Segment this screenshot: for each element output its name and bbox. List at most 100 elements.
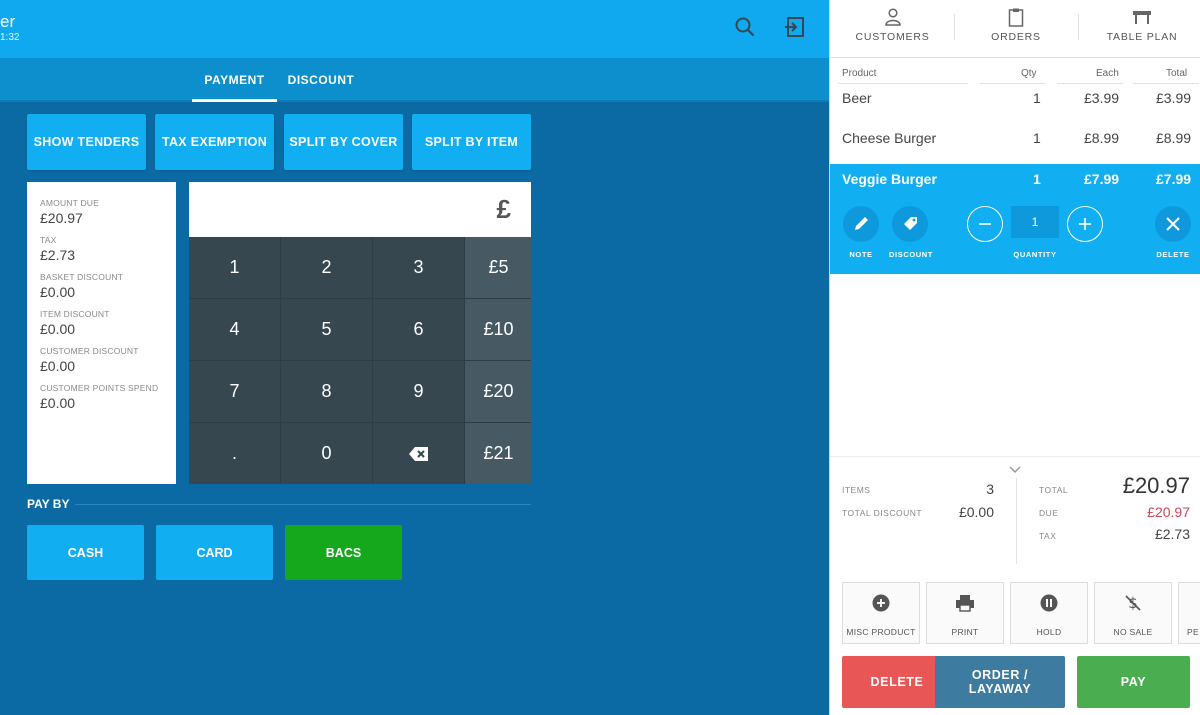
key-2[interactable]: 2 bbox=[281, 237, 372, 298]
page-subtitle: 1:32 bbox=[0, 32, 20, 43]
tax-exemption-button[interactable]: TAX EXEMPTION bbox=[155, 114, 274, 170]
quick-amount-20[interactable]: £20 bbox=[465, 361, 532, 422]
exit-icon[interactable] bbox=[782, 14, 808, 40]
hold-label: HOLD bbox=[1036, 627, 1062, 637]
customer-discount-value: £0.00 bbox=[40, 358, 76, 374]
table-row[interactable]: Beer 1 £3.99 £3.99 bbox=[830, 82, 1200, 122]
minus-icon bbox=[979, 223, 991, 225]
chevron-down-icon[interactable] bbox=[1008, 462, 1022, 480]
tab-customers[interactable]: CUSTOMERS bbox=[840, 0, 945, 58]
table-row[interactable]: Cheese Burger 1 £8.99 £8.99 bbox=[830, 122, 1200, 162]
split-by-item-button[interactable]: SPLIT BY ITEM bbox=[412, 114, 531, 170]
misc-product-label: MISC PRODUCT bbox=[846, 627, 916, 637]
quick-amount-21[interactable]: £21 bbox=[465, 423, 532, 484]
show-tenders-button[interactable]: SHOW TENDERS bbox=[27, 114, 146, 170]
user-icon bbox=[884, 8, 901, 26]
split-by-cover-button[interactable]: SPLIT BY COVER bbox=[284, 114, 403, 170]
row-each: £8.99 bbox=[1084, 130, 1120, 146]
pay-button[interactable]: PAY bbox=[1077, 656, 1190, 708]
due-value: £20.97 bbox=[1147, 504, 1190, 520]
tab-separator bbox=[1078, 14, 1079, 40]
amount-due-value: £20.97 bbox=[40, 210, 83, 226]
tab-table-plan[interactable]: TABLE PLAN bbox=[1087, 0, 1197, 58]
keypad: 1 2 3 £5 4 5 6 £10 7 8 9 £20 . 0 £21 bbox=[189, 237, 532, 484]
cash-button[interactable]: CASH bbox=[27, 525, 144, 580]
key-3[interactable]: 3 bbox=[373, 237, 464, 298]
quick-amount-5[interactable]: £5 bbox=[465, 237, 532, 298]
order-layaway-label: ORDER / LAYAWAY bbox=[968, 668, 1032, 696]
tab-orders[interactable]: ORDERS bbox=[963, 0, 1069, 58]
key-7[interactable]: 7 bbox=[189, 361, 280, 422]
due-label: DUE bbox=[1039, 508, 1059, 518]
column-header-each: Each bbox=[1096, 68, 1119, 79]
discount-label: DISCOUNT bbox=[889, 250, 933, 259]
discount-button[interactable] bbox=[892, 206, 928, 242]
delete-label: DELETE bbox=[1156, 250, 1190, 259]
misc-product-button[interactable]: MISC PRODUCT bbox=[842, 582, 920, 644]
note-button[interactable] bbox=[843, 206, 879, 242]
tab-customers-label: CUSTOMERS bbox=[855, 31, 930, 43]
total-discount-value: £0.00 bbox=[958, 504, 994, 520]
row-qty: 1 bbox=[1033, 130, 1041, 146]
currency-symbol: £ bbox=[496, 194, 511, 224]
pause-icon bbox=[1040, 594, 1058, 612]
order-layaway-button[interactable]: ORDER / LAYAWAY bbox=[935, 656, 1065, 708]
row-product: Beer bbox=[842, 90, 872, 106]
close-icon bbox=[1166, 217, 1180, 231]
printer-icon bbox=[956, 595, 974, 612]
tab-discount[interactable]: DISCOUNT bbox=[282, 58, 360, 102]
column-header-product: Product bbox=[842, 68, 877, 79]
right-tab-bar: CUSTOMERS ORDERS TABLE PLAN bbox=[830, 0, 1200, 58]
search-icon[interactable] bbox=[732, 14, 758, 40]
key-9[interactable]: 9 bbox=[373, 361, 464, 422]
amount-entry-field[interactable]: £ bbox=[189, 182, 531, 237]
basket-discount-value: £0.00 bbox=[40, 284, 76, 300]
row-product: Veggie Burger bbox=[842, 171, 937, 187]
delete-item-button[interactable] bbox=[1155, 206, 1191, 242]
payment-pane: er 1:32 PAYMENT DISCOUNT SHOW TENDERS TA… bbox=[0, 0, 829, 715]
totals-divider bbox=[830, 456, 1200, 457]
key-1[interactable]: 1 bbox=[189, 237, 280, 298]
key-decimal[interactable]: . bbox=[189, 423, 280, 484]
no-sale-button[interactable]: $ NO SALE bbox=[1094, 582, 1172, 644]
quantity-label: QUANTITY bbox=[1013, 250, 1057, 259]
quantity-input[interactable]: 1 bbox=[1011, 206, 1059, 238]
customer-points-value: £0.00 bbox=[40, 395, 76, 411]
table-row-selected[interactable]: Veggie Burger 1 £7.99 £7.99 bbox=[830, 164, 1200, 200]
item-discount-value: £0.00 bbox=[40, 321, 76, 337]
increase-quantity-button[interactable] bbox=[1067, 206, 1103, 242]
tab-table-plan-label: TABLE PLAN bbox=[1106, 31, 1178, 43]
row-total: £3.99 bbox=[1156, 90, 1192, 106]
top-bar: er 1:32 bbox=[0, 0, 829, 58]
tab-payment[interactable]: PAYMENT bbox=[192, 58, 277, 102]
bacs-button[interactable]: BACS bbox=[285, 525, 402, 580]
key-4[interactable]: 4 bbox=[189, 299, 280, 360]
customer-discount-label: CUSTOMER DISCOUNT bbox=[40, 346, 139, 356]
hold-button[interactable]: HOLD bbox=[1010, 582, 1088, 644]
key-5[interactable]: 5 bbox=[281, 299, 372, 360]
more-action-button[interactable]: PE bbox=[1178, 582, 1200, 644]
clipboard-icon bbox=[1008, 8, 1024, 27]
key-0[interactable]: 0 bbox=[281, 423, 372, 484]
backspace-key[interactable] bbox=[373, 423, 464, 484]
print-label: PRINT bbox=[951, 627, 979, 637]
plus-circle-icon bbox=[872, 594, 890, 612]
card-button[interactable]: CARD bbox=[156, 525, 273, 580]
backspace-icon bbox=[408, 446, 428, 461]
tab-bar: PAYMENT DISCOUNT bbox=[0, 58, 829, 102]
tax-label: TAX bbox=[40, 235, 57, 245]
item-edit-panel: NOTE DISCOUNT 1 QUANTITY DELETE bbox=[830, 200, 1200, 274]
print-button[interactable]: PRINT bbox=[926, 582, 1004, 644]
decrease-quantity-button[interactable] bbox=[967, 206, 1003, 242]
basket-discount-label: BASKET DISCOUNT bbox=[40, 272, 124, 282]
total-discount-label: TOTAL DISCOUNT bbox=[842, 508, 923, 518]
key-6[interactable]: 6 bbox=[373, 299, 464, 360]
key-8[interactable]: 8 bbox=[281, 361, 372, 422]
pay-by-label: PAY BY bbox=[27, 497, 70, 511]
quick-amount-10[interactable]: £10 bbox=[465, 299, 532, 360]
tag-icon bbox=[904, 217, 917, 230]
totals-separator bbox=[1016, 478, 1017, 564]
customer-points-label: CUSTOMER POINTS SPEND bbox=[40, 383, 159, 393]
row-qty: 1 bbox=[1033, 171, 1041, 187]
row-product: Cheese Burger bbox=[842, 130, 937, 146]
